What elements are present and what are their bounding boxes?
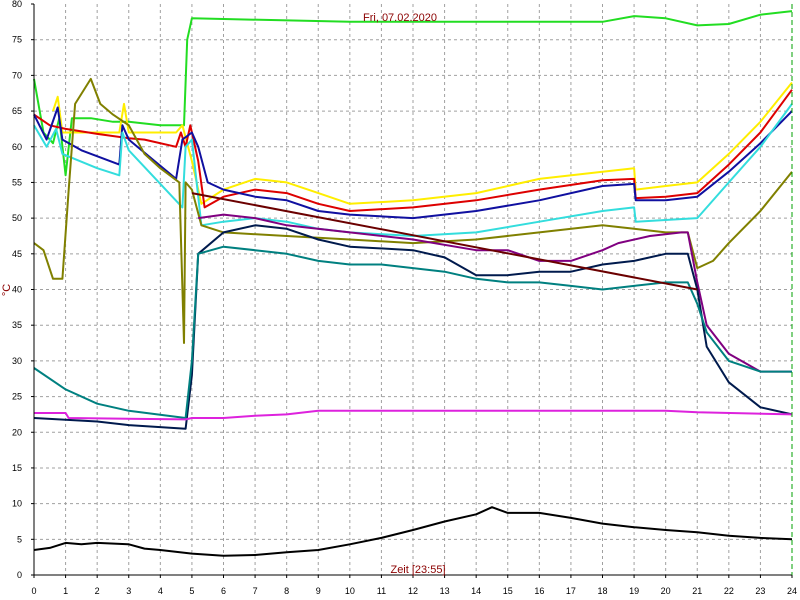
x-tick-label: 10 <box>345 586 355 596</box>
y-tick-label: 50 <box>12 213 22 223</box>
y-tick-label: 10 <box>12 499 22 509</box>
x-tick-label: 0 <box>31 586 36 596</box>
x-tick-label: 17 <box>566 586 576 596</box>
x-tick-label: 21 <box>692 586 702 596</box>
y-tick-label: 0 <box>17 570 22 580</box>
x-tick-label: 14 <box>471 586 481 596</box>
temperature-chart: 0 1 2 3 4 5 6 7 8 9 10 11 12 13 14 15 16 17 18 19 20 21 22 23 24… <box>1 0 797 596</box>
y-tick-label: 65 <box>12 106 22 116</box>
y-tick-label: 80 <box>12 0 22 9</box>
x-tick-label: 3 <box>126 586 131 596</box>
x-tick-label: 24 <box>787 586 797 596</box>
chart-title: Fri, 07.02.2020 <box>363 12 437 24</box>
x-tick-label: 23 <box>755 586 765 596</box>
y-tick-label: 5 <box>17 534 22 544</box>
y-axis-label: °C <box>1 284 13 296</box>
y-tick-label: 60 <box>12 142 22 152</box>
y-tick-label: 25 <box>12 392 22 402</box>
y-tick-label: 30 <box>12 356 22 366</box>
y-tick-label: 35 <box>12 320 22 330</box>
x-tick-label: 1 <box>63 586 68 596</box>
y-tick-label: 45 <box>12 249 22 259</box>
x-tick-label: 16 <box>534 586 544 596</box>
x-tick-label: 11 <box>377 586 386 596</box>
x-tick-label: 20 <box>661 586 671 596</box>
x-tick-label: 18 <box>597 586 607 596</box>
x-tick-label: 15 <box>503 586 513 596</box>
x-axis-label: Zeit [23:55] <box>390 564 445 576</box>
x-tick-label: 2 <box>95 586 100 596</box>
x-tick-label: 13 <box>440 586 450 596</box>
x-tick-label: 12 <box>408 586 418 596</box>
x-tick-label: 19 <box>629 586 639 596</box>
y-tick-label: 40 <box>12 285 22 295</box>
y-tick-label: 75 <box>12 35 22 45</box>
x-tick-label: 7 <box>253 586 258 596</box>
x-tick-label: 6 <box>221 586 226 596</box>
y-tick-label: 70 <box>12 70 22 80</box>
x-tick-label: 5 <box>189 586 194 596</box>
y-tick-label: 55 <box>12 177 22 187</box>
x-tick-label: 22 <box>724 586 734 596</box>
y-tick-label: 15 <box>12 463 22 473</box>
x-tick-label: 4 <box>158 586 163 596</box>
x-tick-label: 9 <box>316 586 321 596</box>
y-tick-label: 20 <box>12 427 22 437</box>
x-tick-label: 8 <box>284 586 289 596</box>
